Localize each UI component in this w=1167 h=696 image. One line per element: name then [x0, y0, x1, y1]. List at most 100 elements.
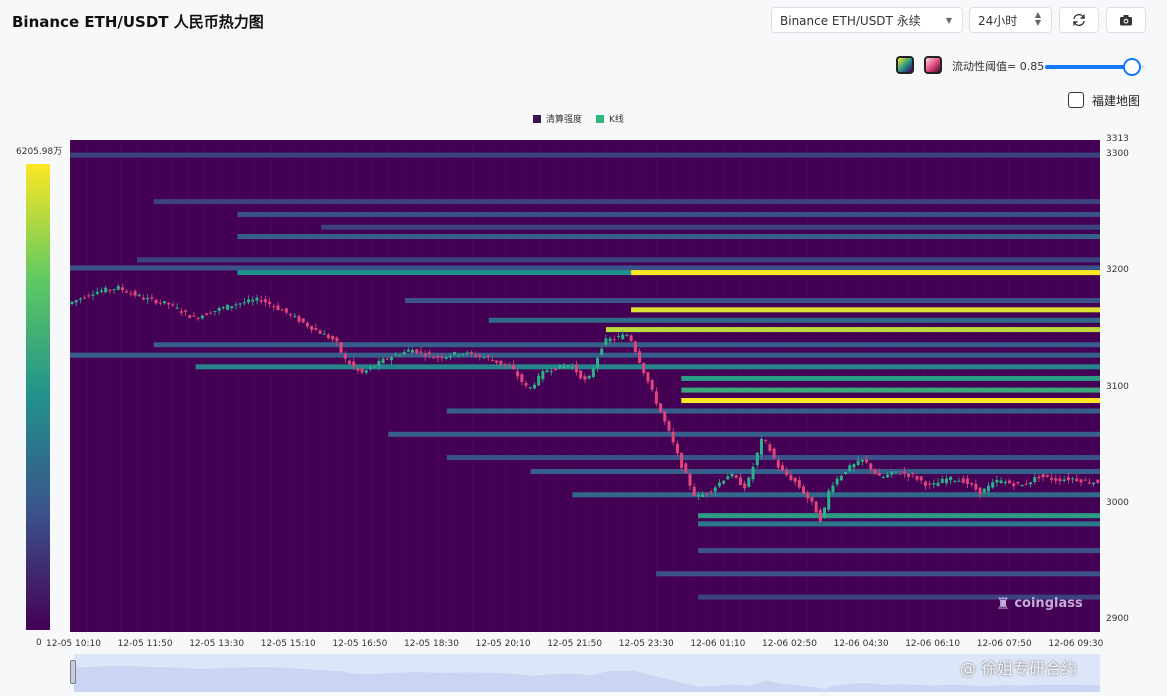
candle — [877, 472, 881, 476]
time-navigator[interactable] — [74, 654, 1100, 692]
navigator-area — [74, 665, 1100, 692]
liquidation-band — [681, 375, 1100, 381]
candle — [331, 336, 335, 340]
candle — [999, 480, 1003, 483]
candle — [221, 307, 225, 309]
viridis-palette-icon[interactable] — [896, 56, 914, 74]
candle — [810, 497, 814, 502]
candle — [629, 335, 633, 342]
threshold-slider-handle[interactable] — [1123, 58, 1141, 76]
candle — [574, 364, 578, 373]
navigator-handle[interactable] — [70, 660, 76, 684]
liquidation-band — [388, 431, 1100, 437]
pink-palette-icon[interactable] — [924, 56, 942, 74]
candle — [907, 473, 911, 477]
candle — [562, 365, 566, 369]
candle — [104, 287, 108, 293]
heatmap-column — [170, 140, 172, 632]
candle — [705, 493, 709, 495]
candle — [1012, 483, 1016, 487]
candle — [305, 322, 309, 327]
colorbar — [26, 164, 50, 630]
candle — [579, 370, 583, 379]
screenshot-button[interactable] — [1106, 7, 1146, 33]
candle — [650, 380, 654, 390]
candle — [835, 478, 839, 485]
candle — [856, 460, 860, 466]
legend-swatch — [533, 114, 541, 123]
candle — [970, 483, 974, 485]
candle — [1016, 481, 1020, 484]
period-select[interactable]: 24小时 ▲ ▼ — [969, 7, 1052, 33]
candle — [902, 471, 906, 474]
candle — [991, 482, 995, 488]
refresh-button[interactable] — [1059, 7, 1099, 33]
caret-down-icon: ▼ — [945, 16, 952, 25]
candle — [461, 353, 465, 356]
candle — [419, 351, 423, 353]
candle — [953, 480, 957, 482]
candle — [184, 310, 188, 312]
candle — [486, 355, 490, 358]
candle — [663, 411, 667, 422]
x-tick-label: 12-05 18:30 — [404, 639, 459, 649]
liquidation-band — [70, 152, 1100, 158]
candle — [242, 302, 246, 304]
candle — [1071, 478, 1075, 480]
candle — [654, 391, 658, 404]
candle — [150, 297, 154, 299]
author-watermark: @ 徐姐专研合约 — [960, 659, 1078, 678]
candle — [154, 299, 158, 304]
threshold-slider[interactable] — [1045, 58, 1145, 76]
candle — [688, 473, 692, 486]
colorbar-max-label: 6205.98万 — [16, 147, 63, 157]
candle — [326, 334, 330, 339]
x-tick-label: 12-05 16:50 — [332, 639, 388, 649]
candle — [1083, 479, 1087, 481]
candle — [1092, 482, 1096, 485]
candle — [986, 485, 990, 492]
liquidation-band — [404, 298, 1100, 304]
legend-kline[interactable]: K线 — [596, 112, 624, 125]
candle — [940, 478, 944, 484]
candle — [738, 477, 742, 486]
candle — [1029, 482, 1033, 485]
candle — [675, 443, 679, 454]
x-tick-label: 12-06 04:30 — [833, 639, 889, 649]
candle — [549, 371, 553, 373]
candle — [583, 376, 587, 380]
heatmap-column — [86, 140, 88, 632]
heatmap-column — [203, 140, 205, 632]
candle — [755, 452, 759, 466]
candle — [1079, 479, 1083, 483]
candle — [293, 315, 297, 317]
candle — [873, 469, 877, 474]
market-select-value: Binance ETH/USDT 永续 — [780, 13, 921, 28]
candle — [255, 297, 259, 301]
candle — [343, 353, 347, 359]
liquidation-heatmap[interactable] — [70, 140, 1100, 632]
liquidation-band — [698, 513, 1100, 519]
map-checkbox[interactable] — [1068, 92, 1084, 108]
candle — [844, 471, 848, 475]
candle — [982, 488, 986, 494]
camera-icon — [1120, 15, 1132, 26]
candle — [852, 464, 856, 468]
candle — [394, 354, 398, 356]
candle — [385, 358, 389, 360]
candle — [440, 356, 444, 359]
market-select[interactable]: Binance ETH/USDT 永续 ▼ — [771, 7, 963, 33]
liquidation-band — [70, 265, 1100, 271]
candle — [444, 356, 448, 359]
liquidation-band — [698, 548, 1100, 554]
candle — [696, 495, 700, 497]
candle — [352, 361, 356, 367]
heatmap-column — [103, 140, 105, 632]
candle — [642, 362, 646, 374]
legend-liquidation[interactable]: 清算强度 — [533, 112, 582, 125]
candle — [415, 349, 419, 354]
candle — [373, 366, 377, 368]
candle — [120, 287, 124, 291]
candle — [659, 403, 663, 413]
liquidation-band — [572, 492, 1100, 498]
